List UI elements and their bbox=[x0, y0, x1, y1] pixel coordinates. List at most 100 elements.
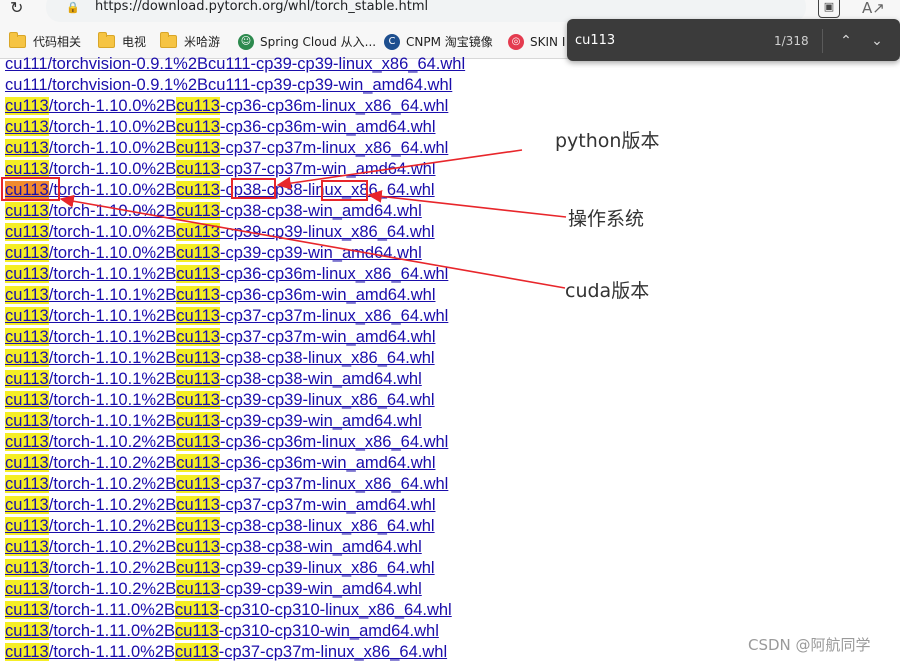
reader-mode-icon[interactable]: ▣ bbox=[818, 0, 840, 18]
wheel-link[interactable]: cu113/torch-1.10.1%2Bcu113-cp39-cp39-win… bbox=[5, 412, 422, 430]
search-highlight: cu113 bbox=[176, 328, 220, 346]
wheel-link[interactable]: cu113/torch-1.10.1%2Bcu113-cp37-cp37m-li… bbox=[5, 307, 448, 325]
avatar-icon: ☺ bbox=[238, 33, 254, 50]
wheel-link-list: cu111/torchvision-0.9.1%2Bcu111-cp39-cp3… bbox=[5, 54, 605, 661]
wheel-link[interactable]: cu113/torch-1.11.0%2Bcu113-cp310-cp310-l… bbox=[5, 601, 452, 619]
search-highlight: cu113 bbox=[5, 538, 49, 556]
wheel-suffix: -cp36-cp36m-win_amd64.whl bbox=[219, 286, 436, 304]
bookmark-label: 代码相关 bbox=[33, 35, 82, 49]
wheel-link[interactable]: cu113/torch-1.10.2%2Bcu113-cp36-cp36m-li… bbox=[5, 433, 448, 451]
search-highlight: cu113 bbox=[5, 391, 49, 409]
link-row: cu113/torch-1.10.0%2Bcu113-cp36-cp36m-wi… bbox=[5, 117, 605, 138]
reload-icon[interactable]: ↻ bbox=[10, 0, 28, 18]
bookmark-label: 电视 bbox=[122, 35, 147, 49]
wheel-version: /torch-1.10.2%2B bbox=[48, 559, 177, 577]
wheel-link[interactable]: cu113/torch-1.10.0%2Bcu113-cp38-cp38-lin… bbox=[5, 181, 435, 199]
search-highlight: cu113 bbox=[5, 643, 49, 661]
wheel-suffix: -cp37-cp37m-linux_x86_64.whl bbox=[219, 139, 449, 157]
wheel-link[interactable]: cu113/torch-1.11.0%2Bcu113-cp310-cp310-w… bbox=[5, 622, 439, 640]
wheel-link[interactable]: cu113/torch-1.10.1%2Bcu113-cp37-cp37m-wi… bbox=[5, 328, 435, 346]
folder-icon bbox=[98, 32, 115, 48]
wheel-suffix: -cp39-cp39-linux_x86_64.whl bbox=[219, 223, 435, 241]
wheel-link[interactable]: cu113/torch-1.10.0%2Bcu113-cp38-cp38-win… bbox=[5, 202, 422, 220]
wheel-suffix: -cp39-cp39-win_amd64.whl bbox=[219, 244, 422, 262]
read-aloud-icon[interactable]: A↗ bbox=[862, 0, 885, 18]
search-highlight: cu113 bbox=[176, 349, 220, 367]
wheel-link[interactable]: cu113/torch-1.10.0%2Bcu113-cp39-cp39-lin… bbox=[5, 223, 435, 241]
wheel-suffix: -cp39-cp39-linux_x86_64.whl bbox=[219, 391, 435, 409]
link-row: cu113/torch-1.10.2%2Bcu113-cp39-cp39-lin… bbox=[5, 558, 605, 579]
wheel-suffix: -cp38-cp38-win_amd64.whl bbox=[219, 538, 422, 556]
wheel-link[interactable]: cu113/torch-1.10.1%2Bcu113-cp36-cp36m-li… bbox=[5, 265, 448, 283]
url-text[interactable]: https://download.pytorch.org/whl/torch_s… bbox=[95, 0, 428, 16]
wheel-link[interactable]: cu113/torch-1.10.2%2Bcu113-cp39-cp39-lin… bbox=[5, 559, 435, 577]
search-highlight: cu113 bbox=[176, 202, 220, 220]
wheel-link[interactable]: cu113/torch-1.10.2%2Bcu113-cp38-cp38-win… bbox=[5, 538, 422, 556]
search-highlight: cu113 bbox=[176, 580, 220, 598]
wheel-link[interactable]: cu111/torchvision-0.9.1%2Bcu111-cp39-cp3… bbox=[5, 55, 465, 73]
wheel-link[interactable]: cu113/torch-1.10.2%2Bcu113-cp36-cp36m-wi… bbox=[5, 454, 435, 472]
find-previous-icon[interactable]: ⌃ bbox=[836, 30, 856, 52]
cuda-version-note: cuda版本 bbox=[565, 280, 650, 302]
wheel-link[interactable]: cu113/torch-1.10.2%2Bcu113-cp37-cp37m-li… bbox=[5, 475, 448, 493]
search-highlight: cu113 bbox=[5, 97, 49, 115]
wheel-link[interactable]: cu113/torch-1.10.0%2Bcu113-cp37-cp37m-li… bbox=[5, 139, 448, 157]
wheel-suffix: -cp36-cp36m-win_amd64.whl bbox=[219, 454, 436, 472]
link-row: cu113/torch-1.10.0%2Bcu113-cp37-cp37m-wi… bbox=[5, 159, 605, 180]
link-row: cu113/torch-1.10.0%2Bcu113-cp36-cp36m-li… bbox=[5, 96, 605, 117]
link-row: cu113/torch-1.10.0%2Bcu113-cp39-cp39-win… bbox=[5, 243, 605, 264]
python-version-note: python版本 bbox=[555, 130, 660, 152]
wheel-version: /torch-1.10.1%2B bbox=[48, 265, 177, 283]
wheel-link[interactable]: cu113/torch-1.10.1%2Bcu113-cp38-cp38-win… bbox=[5, 370, 422, 388]
search-highlight: cu113 bbox=[5, 433, 49, 451]
wheel-version: /torch-1.10.0%2B bbox=[48, 223, 177, 241]
wheel-link[interactable]: cu113/torch-1.10.1%2Bcu113-cp36-cp36m-wi… bbox=[5, 286, 435, 304]
search-highlight: cu113 bbox=[5, 580, 49, 598]
wheel-suffix: -cp38-cp38-linux_x86_64.whl bbox=[219, 517, 435, 535]
wheel-link[interactable]: cu113/torch-1.10.0%2Bcu113-cp37-cp37m-wi… bbox=[5, 160, 435, 178]
wheel-version: /torch-1.10.0%2B bbox=[48, 118, 177, 136]
search-highlight: cu113 bbox=[176, 475, 220, 493]
find-next-icon[interactable]: ⌄ bbox=[867, 30, 887, 52]
wheel-version: /torch-1.10.1%2B bbox=[48, 370, 177, 388]
lock-icon[interactable]: 🔒 bbox=[66, 0, 82, 16]
wheel-link[interactable]: cu113/torch-1.10.2%2Bcu113-cp38-cp38-lin… bbox=[5, 517, 435, 535]
link-row: cu113/torch-1.11.0%2Bcu113-cp310-cp310-l… bbox=[5, 600, 605, 621]
find-match-count: 1/318 bbox=[774, 34, 809, 48]
search-highlight: cu113 bbox=[176, 286, 220, 304]
wheel-link[interactable]: cu113/torch-1.10.2%2Bcu113-cp37-cp37m-wi… bbox=[5, 496, 435, 514]
wheel-link[interactable]: cu113/torch-1.10.1%2Bcu113-cp38-cp38-lin… bbox=[5, 349, 435, 367]
wheel-version: /torch-1.10.1%2B bbox=[48, 286, 177, 304]
search-highlight: cu113 bbox=[176, 517, 220, 535]
search-highlight: cu113 bbox=[5, 454, 49, 472]
csdn-watermark: CSDN @阿航同学 bbox=[748, 636, 871, 654]
wheel-suffix: -cp36-cp36m-linux_x86_64.whl bbox=[219, 265, 449, 283]
link-row: cu113/torch-1.10.1%2Bcu113-cp37-cp37m-li… bbox=[5, 306, 605, 327]
search-highlight: cu113 bbox=[5, 265, 49, 283]
search-highlight: cu113 bbox=[176, 160, 220, 178]
search-highlight: cu113 bbox=[176, 433, 220, 451]
wheel-suffix: -cp38-cp38-linux_x86_64.whl bbox=[219, 181, 435, 199]
wheel-link[interactable]: cu113/torch-1.10.1%2Bcu113-cp39-cp39-lin… bbox=[5, 391, 435, 409]
link-row: cu113/torch-1.10.0%2Bcu113-cp39-cp39-lin… bbox=[5, 222, 605, 243]
link-row: cu113/torch-1.10.1%2Bcu113-cp36-cp36m-li… bbox=[5, 264, 605, 285]
bookmark-label: SKIN I bbox=[530, 34, 566, 49]
cnpm-icon: C bbox=[384, 33, 400, 50]
wheel-link[interactable]: cu113/torch-1.10.0%2Bcu113-cp36-cp36m-li… bbox=[5, 97, 448, 115]
search-highlight: cu113 bbox=[5, 118, 49, 136]
wheel-link[interactable]: cu111/torchvision-0.9.1%2Bcu111-cp39-cp3… bbox=[5, 76, 452, 94]
link-row: cu113/torch-1.10.2%2Bcu113-cp36-cp36m-wi… bbox=[5, 453, 605, 474]
wheel-link[interactable]: cu113/torch-1.10.2%2Bcu113-cp39-cp39-win… bbox=[5, 580, 422, 598]
wheel-suffix: -cp310-cp310-linux_x86_64.whl bbox=[218, 601, 452, 619]
wheel-link[interactable]: cu113/torch-1.10.0%2Bcu113-cp39-cp39-win… bbox=[5, 244, 422, 262]
search-highlight: cu113 bbox=[5, 244, 49, 262]
search-highlight: cu113 bbox=[5, 286, 49, 304]
skin-icon: ◎ bbox=[508, 33, 524, 50]
wheel-suffix: -cp36-cp36m-linux_x86_64.whl bbox=[219, 433, 449, 451]
wheel-suffix: -cp39-cp39-win_amd64.whl bbox=[219, 580, 422, 598]
link-row: cu113/torch-1.10.2%2Bcu113-cp37-cp37m-li… bbox=[5, 474, 605, 495]
wheel-link[interactable]: cu113/torch-1.11.0%2Bcu113-cp37-cp37m-li… bbox=[5, 643, 447, 661]
search-highlight: cu113 bbox=[176, 97, 220, 115]
search-highlight: cu113 bbox=[176, 454, 220, 472]
wheel-link[interactable]: cu113/torch-1.10.0%2Bcu113-cp36-cp36m-wi… bbox=[5, 118, 435, 136]
